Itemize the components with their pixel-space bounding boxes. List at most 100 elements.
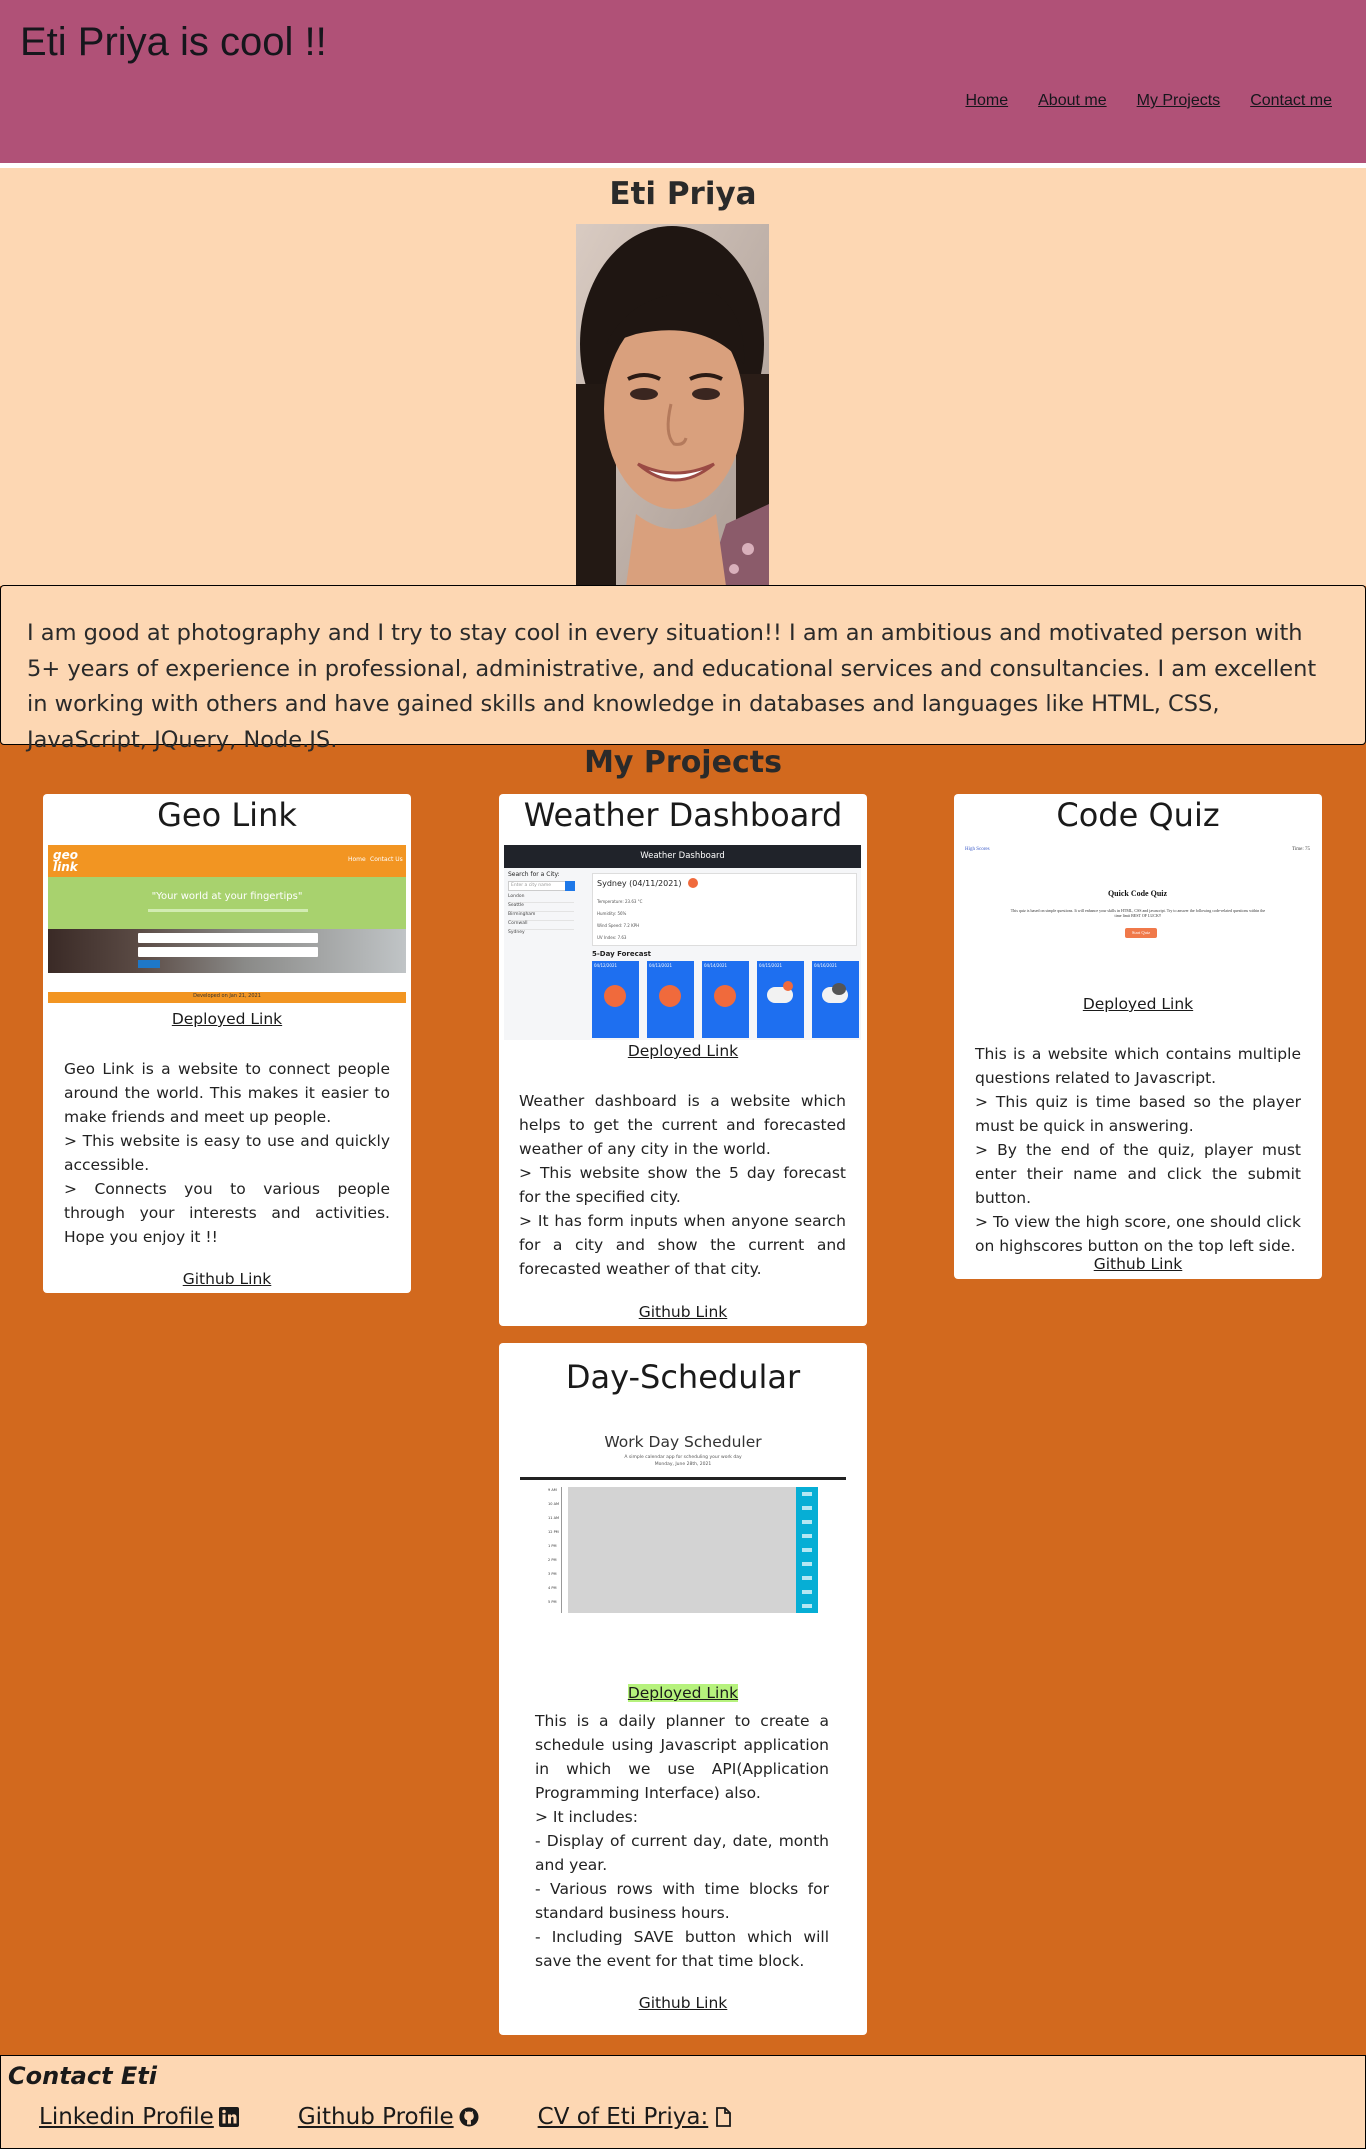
linkedin-profile-link[interactable]: Linkedin Profile [39,2104,240,2130]
profile-photo [576,224,769,586]
github-link[interactable]: Github Link [639,1994,728,2012]
screenshot-scheduler-heading: Work Day Scheduler [604,1433,762,1451]
linkedin-icon [218,2106,240,2128]
screenshot-hour: 12 PM [548,1530,559,1534]
description-line: > This website is easy to use and quickl… [64,1132,390,1174]
main-nav: Home About me My Projects Contact me [965,92,1332,110]
screenshot-forecast-card: 04/13/2021 [647,961,694,1038]
project-description: This is a website which contains multipl… [975,1042,1301,1258]
nav-home-link[interactable]: Home [965,92,1008,110]
project-title: Weather Dashboard [523,796,843,834]
screenshot-hero: "Your world at your fingertips" [48,877,406,929]
screenshot-forecast-card: 04/16/2021 [812,961,859,1038]
deployed-link[interactable]: Deployed Link [627,1684,739,1702]
github-link[interactable]: Github Link [1094,1255,1183,1273]
screenshot-divider [520,1477,846,1480]
screenshot-city: Birmingham [508,912,574,921]
screenshot-forecast-date: 04/15/2021 [759,963,783,968]
description-line: > By the end of the quiz, player must en… [975,1141,1301,1207]
screenshot-current-line: Humidity: 56% [597,911,627,916]
screenshot-footer-text: Developed on Jan 21, 2021 [193,993,261,999]
site-title: Eti Priya is cool !! [20,20,327,64]
description-line: Geo Link is a website to connect people … [64,1060,390,1126]
screenshot-image [48,929,406,973]
project-screenshot: Weather Dashboard Search for a City: Ent… [504,845,861,1040]
description-line: > Connects you to various people through… [64,1180,390,1246]
screenshot-city: Sydney [508,930,525,935]
screenshot-nav-home: Home [348,856,366,863]
screenshot-hour: 10 AM [548,1502,559,1506]
github-link-row: Github Link [499,1303,867,1321]
deployed-link-row: Deployed Link [499,1042,867,1060]
project-card-geo-link: Geo Link geo link Home Contact Us "Your … [43,794,411,1293]
github-link[interactable]: Github Link [183,1270,272,1288]
github-profile-link[interactable]: Github Profile [298,2104,480,2130]
screenshot-hour: 1 PM [548,1544,557,1548]
screenshot-start-button: Start Quiz [1125,928,1157,938]
github-icon [458,2106,480,2128]
linkedin-link-label: Linkedin Profile [39,2104,214,2130]
nav-about-link[interactable]: About me [1038,92,1106,110]
screenshot-current-line: Temperature: 23.63 °C [597,899,643,904]
screenshot-city: Cornwall [508,921,574,930]
deployed-link-row: Deployed Link [43,1010,411,1028]
screenshot-header: Weather Dashboard [504,845,861,868]
project-title: Day-Schedular [565,1358,801,1396]
screenshot-highscores-link: High Scores [965,847,990,852]
screenshot-forecast-date: 04/14/2021 [704,963,728,968]
bio-text: I am good at photography and I try to st… [0,585,1366,753]
deployed-link[interactable]: Deployed Link [1083,995,1193,1013]
screenshot-current-weather: Sydney (04/11/2021) Temperature: 23.63 °… [592,873,857,946]
nav-projects-link[interactable]: My Projects [1137,92,1221,110]
profile-name: Eti Priya [609,176,757,212]
screenshot-hour: 11 AM [548,1516,559,1520]
project-card-code-quiz: Code Quiz High Scores Time: 75 Quick Cod… [954,794,1322,1279]
nav-contact-link[interactable]: Contact me [1250,92,1332,110]
screenshot-logo: geo link [53,848,78,874]
cv-link[interactable]: CV of Eti Priya: [538,2104,735,2130]
description-line: This is a daily planner to create a sche… [535,1712,829,1802]
screenshot-scheduler-date: Monday, June 28th, 2021 [654,1462,712,1467]
description-line: > It has form inputs when anyone search … [519,1212,846,1278]
description-line: Weather dashboard is a website which hel… [519,1092,846,1158]
screenshot-city: London [508,894,574,903]
description-line: > To view the high score, one should cli… [975,1213,1301,1255]
screenshot-forecast-card: 04/14/2021 [702,961,749,1038]
contact-links: Linkedin Profile Github Profile CV of Et… [39,2104,734,2130]
description-line: This is a website which contains multipl… [975,1045,1301,1087]
project-description: This is a daily planner to create a sche… [535,1709,829,1973]
screenshot-time-blocks: 9 AM 10 AM 11 AM 12 PM 1 PM 2 PM 3 PM 4 … [548,1487,846,1613]
description-line: - Display of current day, date, month an… [535,1832,829,1874]
screenshot-current-line: UV Index: 7.63 [597,935,627,940]
github-link-label: Github Profile [297,2104,454,2130]
contact-footer: Contact Eti Linkedin Profile Github Prof… [0,2055,1366,2149]
deployed-link-row: Deployed Link [499,1684,867,1702]
site-header: Eti Priya is cool !! Home About me My Pr… [0,0,1366,163]
screenshot-quiz-heading: Quick Code Quiz [1107,889,1168,898]
screenshot-hour: 3 PM [548,1572,557,1576]
contact-title: Contact Eti [8,2062,158,2090]
project-title: Geo Link [157,796,297,834]
screenshot-header-text: Weather Dashboard [640,851,725,861]
screenshot-current-line: Wind Speed: 7.2 KPH [597,923,640,928]
screenshot-tagline: "Your world at your fingertips" [151,891,303,902]
file-icon [712,2106,734,2128]
description-line: - Including SAVE button which will save … [535,1928,829,1970]
github-link[interactable]: Github Link [639,1303,728,1321]
project-title: Code Quiz [1056,796,1220,834]
screenshot-city: Seattle [508,903,574,912]
github-link-row: Github Link [954,1255,1322,1273]
screenshot-forecast-date: 04/12/2021 [594,963,618,968]
project-card-weather-dashboard: Weather Dashboard Weather Dashboard Sear… [499,794,867,1326]
deployed-link[interactable]: Deployed Link [628,1042,738,1060]
cv-link-label: CV of Eti Priya: [537,2104,709,2130]
description-line: > This quiz is time based so the player … [975,1093,1301,1135]
project-card-day-schedular: Day-Schedular Work Day Scheduler A simpl… [499,1343,867,2035]
deployed-link[interactable]: Deployed Link [172,1010,282,1028]
screenshot-forecast-card: 04/15/2021 [757,961,804,1038]
deployed-link-row: Deployed Link [954,995,1322,1013]
description-line: - Various rows with time blocks for stan… [535,1880,829,1922]
screenshot-hour: 4 PM [548,1586,557,1590]
project-screenshot: Work Day Scheduler A simple calendar app… [520,1433,846,1613]
screenshot-navbar: geo link Home Contact Us [48,845,406,877]
